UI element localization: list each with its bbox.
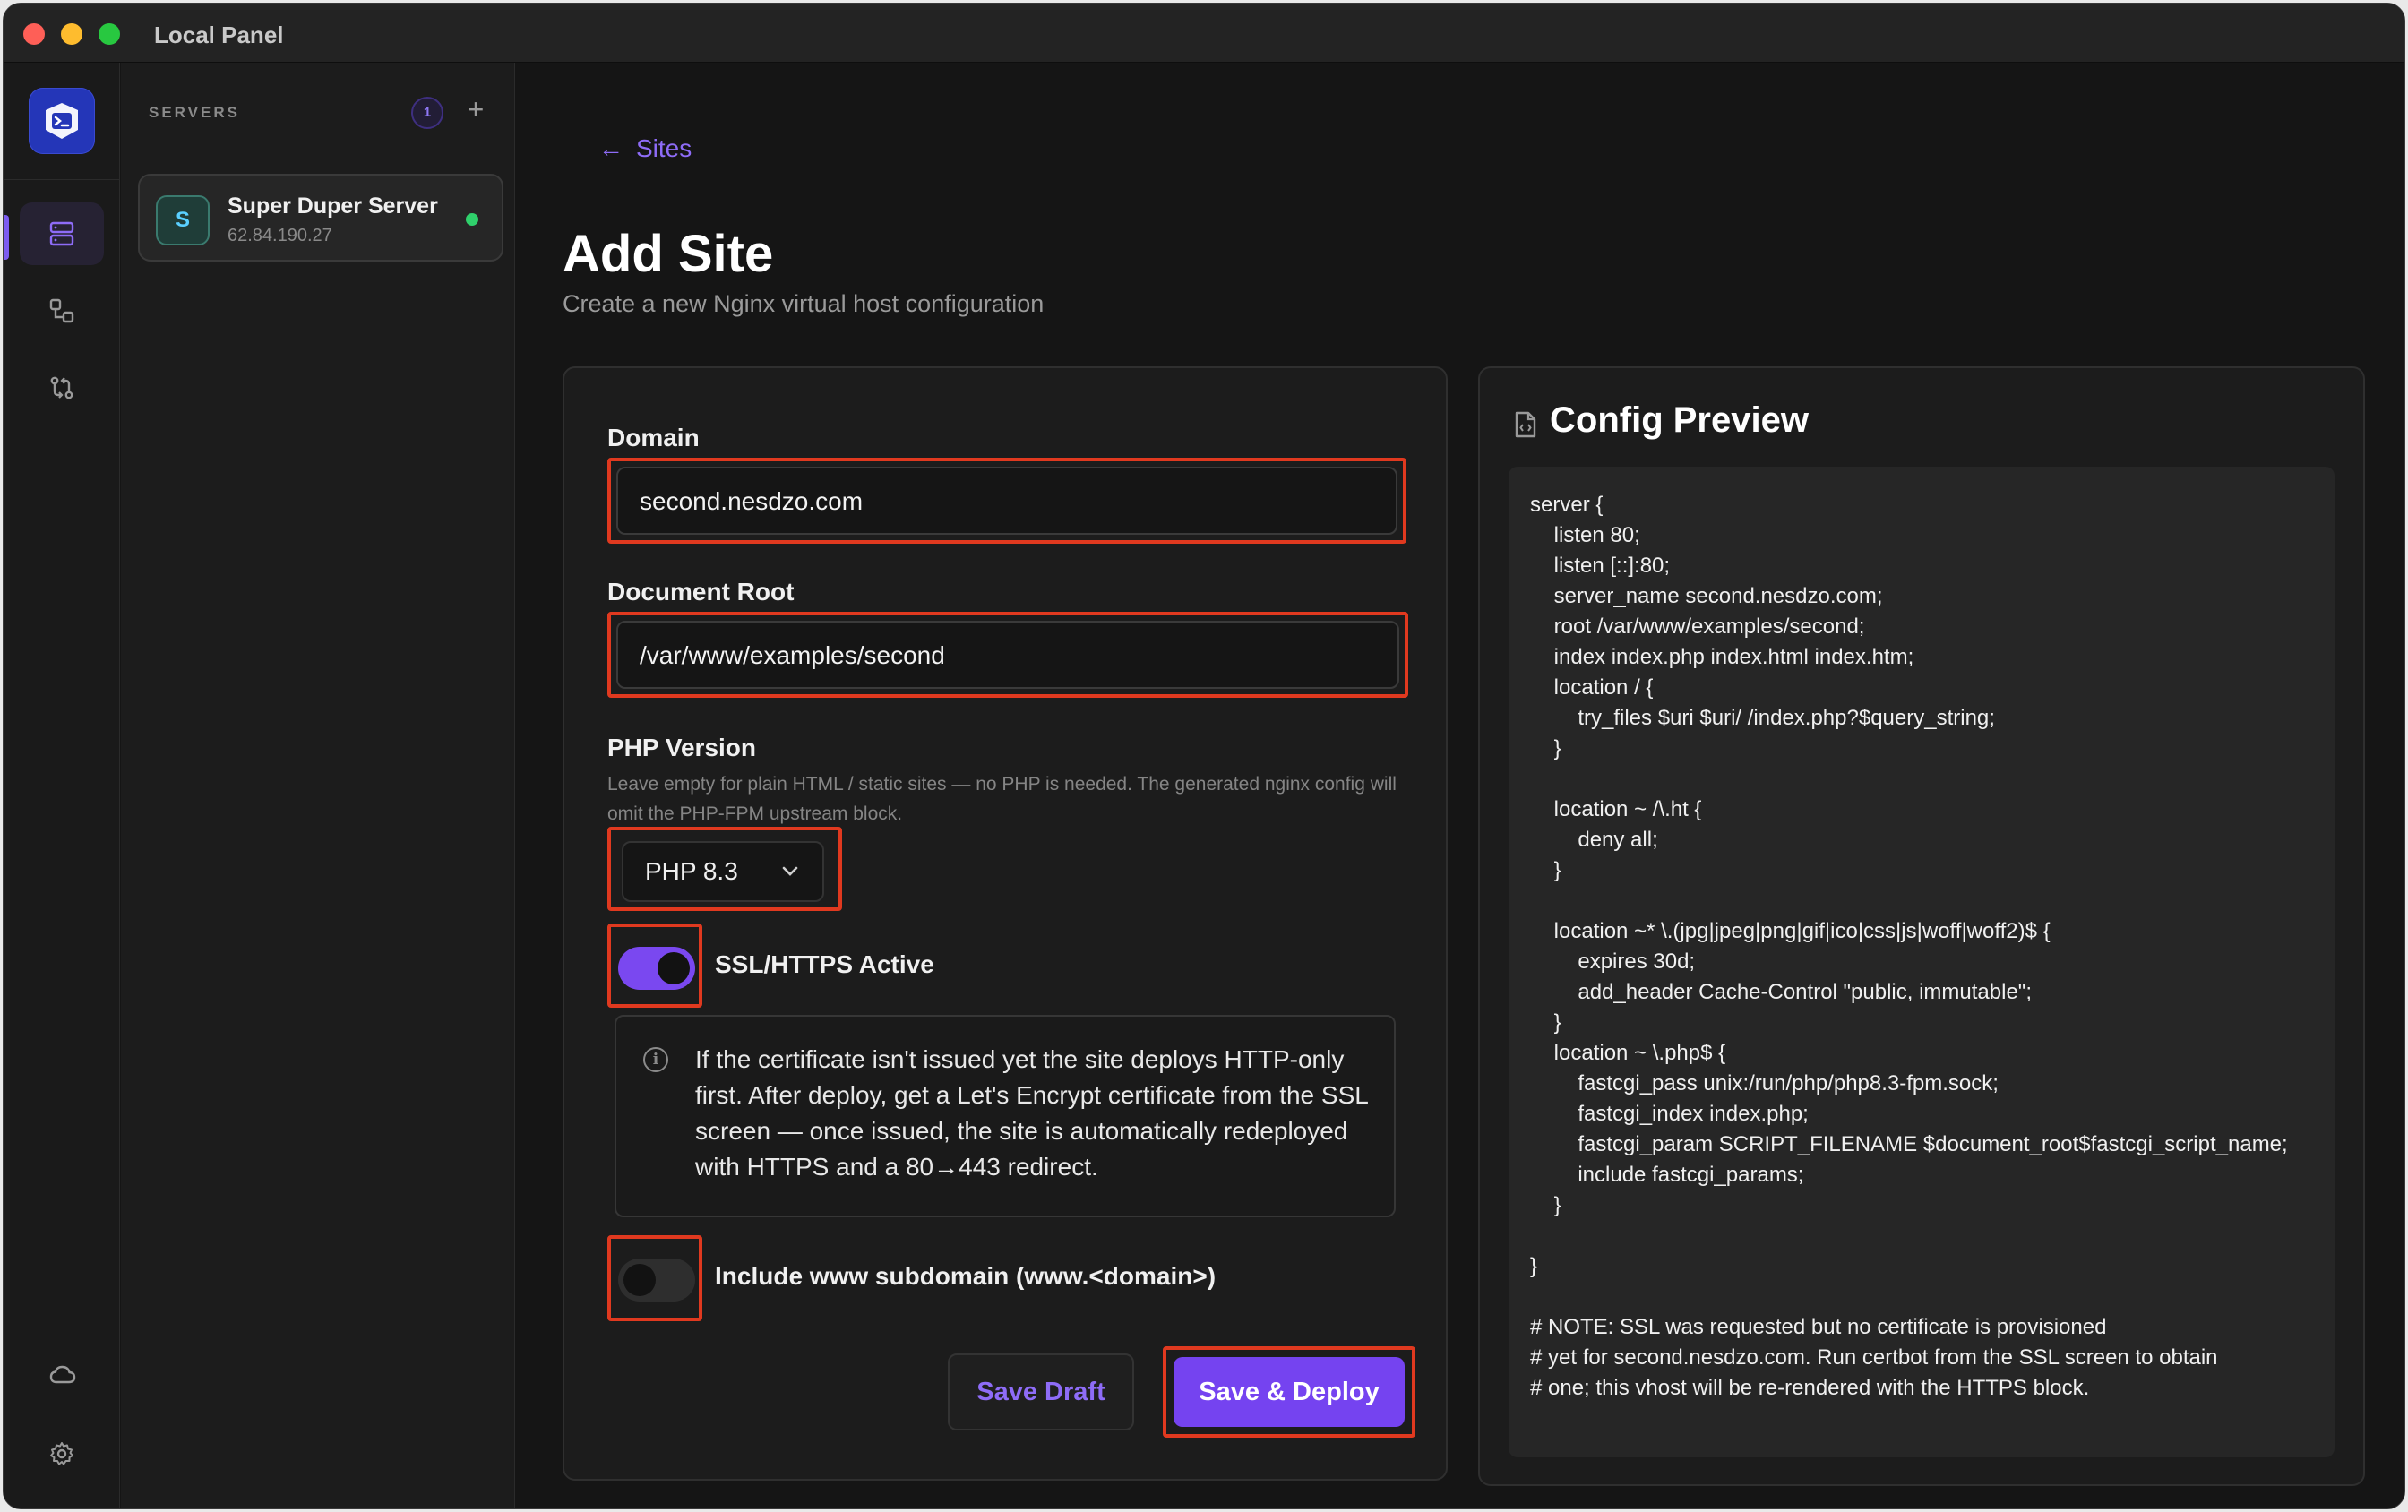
server-card[interactable]: S Super Duper Server 62.84.190.27	[138, 174, 503, 262]
config-code-line: location ~ \.php$ {	[1530, 1041, 1726, 1065]
config-code-line: index index.php index.html index.htm;	[1530, 645, 1914, 669]
php-version-help: Leave empty for plain HTML / static site…	[607, 774, 1397, 824]
config-code-line: fastcgi_param SCRIPT_FILENAME $document_…	[1530, 1132, 2288, 1156]
php-version-select[interactable]: PHP 8.3	[622, 841, 824, 902]
rail-cloud-button[interactable]	[20, 1344, 104, 1406]
document-root-label: Document Root	[607, 578, 795, 606]
config-code-line: expires 30d;	[1530, 949, 1696, 974]
rail-git-compare-button[interactable]	[20, 357, 104, 419]
rail-active-indicator	[4, 215, 9, 260]
page-title: Add Site	[563, 225, 774, 283]
config-code-line: location ~ /\.ht {	[1530, 797, 1702, 821]
rail-settings-button[interactable]	[20, 1422, 104, 1485]
back-link-label: Sites	[636, 134, 692, 162]
www-toggle-label: Include www subdomain (www.<domain>)	[715, 1262, 1217, 1290]
connections-icon	[49, 298, 74, 323]
config-code-line: include fastcgi_params;	[1530, 1163, 1804, 1187]
config-code-line: }	[1530, 736, 1561, 760]
config-code-line	[1530, 886, 2335, 916]
zoom-window-button[interactable]	[99, 23, 120, 45]
config-code-line: try_files $uri $uri/ /index.php?$query_s…	[1530, 706, 1995, 730]
terminal-logo-icon	[46, 103, 78, 139]
domain-label: Domain	[607, 424, 700, 451]
config-code-line: fastcgi_index index.php;	[1530, 1102, 1809, 1126]
back-to-sites-link[interactable]: ← Sites	[598, 134, 692, 163]
git-compare-icon	[50, 376, 73, 399]
www-toggle[interactable]	[618, 1259, 695, 1302]
config-code-line: # yet for second.nesdzo.com. Run certbot…	[1530, 1345, 2218, 1370]
ssl-toggle-label: SSL/HTTPS Active	[715, 950, 934, 978]
config-code-line: # NOTE: SSL was requested but no certifi…	[1530, 1315, 2107, 1339]
config-code-line: }	[1530, 1010, 1561, 1035]
rail-divider	[4, 179, 120, 180]
config-code-line: server_name second.nesdzo.com;	[1530, 584, 1883, 608]
minimize-window-button[interactable]	[61, 23, 82, 45]
ssl-info-box: i If the certificate isn't issued yet th…	[615, 1015, 1396, 1217]
config-code-line	[1530, 1221, 2335, 1251]
config-code-line	[1530, 764, 2335, 795]
app-window: Local Panel SERVERS 1 + S Super Duper Se…	[3, 3, 2405, 1509]
config-code-line: }	[1530, 1254, 1538, 1278]
config-code-line	[1530, 1282, 2335, 1312]
config-code-line: # one; this vhost will be re-rendered wi…	[1530, 1376, 2090, 1400]
server-name: Super Duper Server	[228, 193, 438, 219]
servers-icon	[49, 221, 74, 246]
servers-panel: SERVERS 1 + S Super Duper Server 62.84.1…	[121, 63, 515, 1508]
server-count-badge: 1	[411, 97, 443, 129]
ssl-toggle[interactable]	[618, 947, 695, 990]
add-site-form: Domain second.nesdzo.com Document Root /…	[563, 366, 1448, 1481]
config-code-line: }	[1530, 1193, 1561, 1217]
config-code-line: }	[1530, 858, 1561, 882]
server-avatar: S	[156, 195, 210, 245]
page-subtitle: Create a new Nginx virtual host configur…	[563, 290, 1045, 317]
config-preview-panel: Config Preview server { listen 80; liste…	[1478, 366, 2365, 1486]
file-code-icon	[1515, 411, 1536, 438]
chevron-down-icon	[782, 866, 798, 876]
gear-icon	[50, 1442, 73, 1465]
cloud-icon	[49, 1365, 76, 1384]
rail-connections-button[interactable]	[20, 279, 104, 342]
config-preview-title: Config Preview	[1550, 400, 1809, 440]
window-title: Local Panel	[154, 21, 284, 48]
server-status-dot	[466, 213, 478, 226]
www-toggle-knob	[624, 1264, 656, 1296]
save-draft-button[interactable]: Save Draft	[948, 1353, 1134, 1430]
icon-rail	[4, 63, 120, 1508]
config-code-line: root /var/www/examples/second;	[1530, 614, 1865, 639]
close-window-button[interactable]	[23, 23, 45, 45]
config-code-line: location / {	[1530, 675, 1654, 700]
php-select-highlight: PHP 8.3	[607, 827, 842, 911]
add-server-button[interactable]: +	[458, 91, 494, 127]
save-deploy-highlight: Save & Deploy	[1163, 1346, 1415, 1438]
config-code-line: server {	[1530, 493, 1604, 517]
docroot-highlight: /var/www/examples/second	[607, 612, 1408, 698]
config-code-line: location ~* \.(jpg|jpeg|png|gif|ico|css|…	[1530, 919, 2051, 943]
save-deploy-button[interactable]: Save & Deploy	[1174, 1357, 1405, 1427]
document-root-input[interactable]: /var/www/examples/second	[616, 621, 1399, 689]
config-code-line: deny all;	[1530, 828, 1658, 852]
ssl-toggle-knob	[658, 952, 690, 984]
php-version-value: PHP 8.3	[645, 857, 738, 885]
info-icon: i	[643, 1047, 668, 1072]
domain-highlight: second.nesdzo.com	[607, 458, 1406, 544]
ssl-toggle-highlight	[607, 924, 702, 1008]
php-version-label: PHP Version	[607, 734, 757, 761]
config-code-line: add_header Cache-Control "public, immuta…	[1530, 980, 2032, 1004]
ssl-info-text: If the certificate isn't issued yet the …	[695, 1045, 1368, 1181]
title-bar: Local Panel	[4, 4, 2404, 63]
config-code-line: listen [::]:80;	[1530, 554, 1671, 578]
main-content: ← Sites Add Site Create a new Nginx virtu…	[516, 63, 2404, 1508]
config-code: server { listen 80; listen [::]:80; serv…	[1530, 490, 2335, 1404]
config-code-line: listen 80;	[1530, 523, 1640, 547]
servers-header: SERVERS	[149, 104, 240, 121]
config-code-line: fastcgi_pass unix:/run/php/php8.3-fpm.so…	[1530, 1071, 1999, 1095]
rail-servers-button[interactable]	[20, 202, 104, 265]
arrow-left-icon: ←	[598, 134, 624, 162]
app-logo[interactable]	[29, 88, 95, 154]
config-code-block: server { listen 80; listen [::]:80; serv…	[1509, 467, 2335, 1457]
www-toggle-highlight	[607, 1235, 702, 1321]
domain-input[interactable]: second.nesdzo.com	[616, 467, 1398, 535]
server-ip: 62.84.190.27	[228, 226, 332, 245]
